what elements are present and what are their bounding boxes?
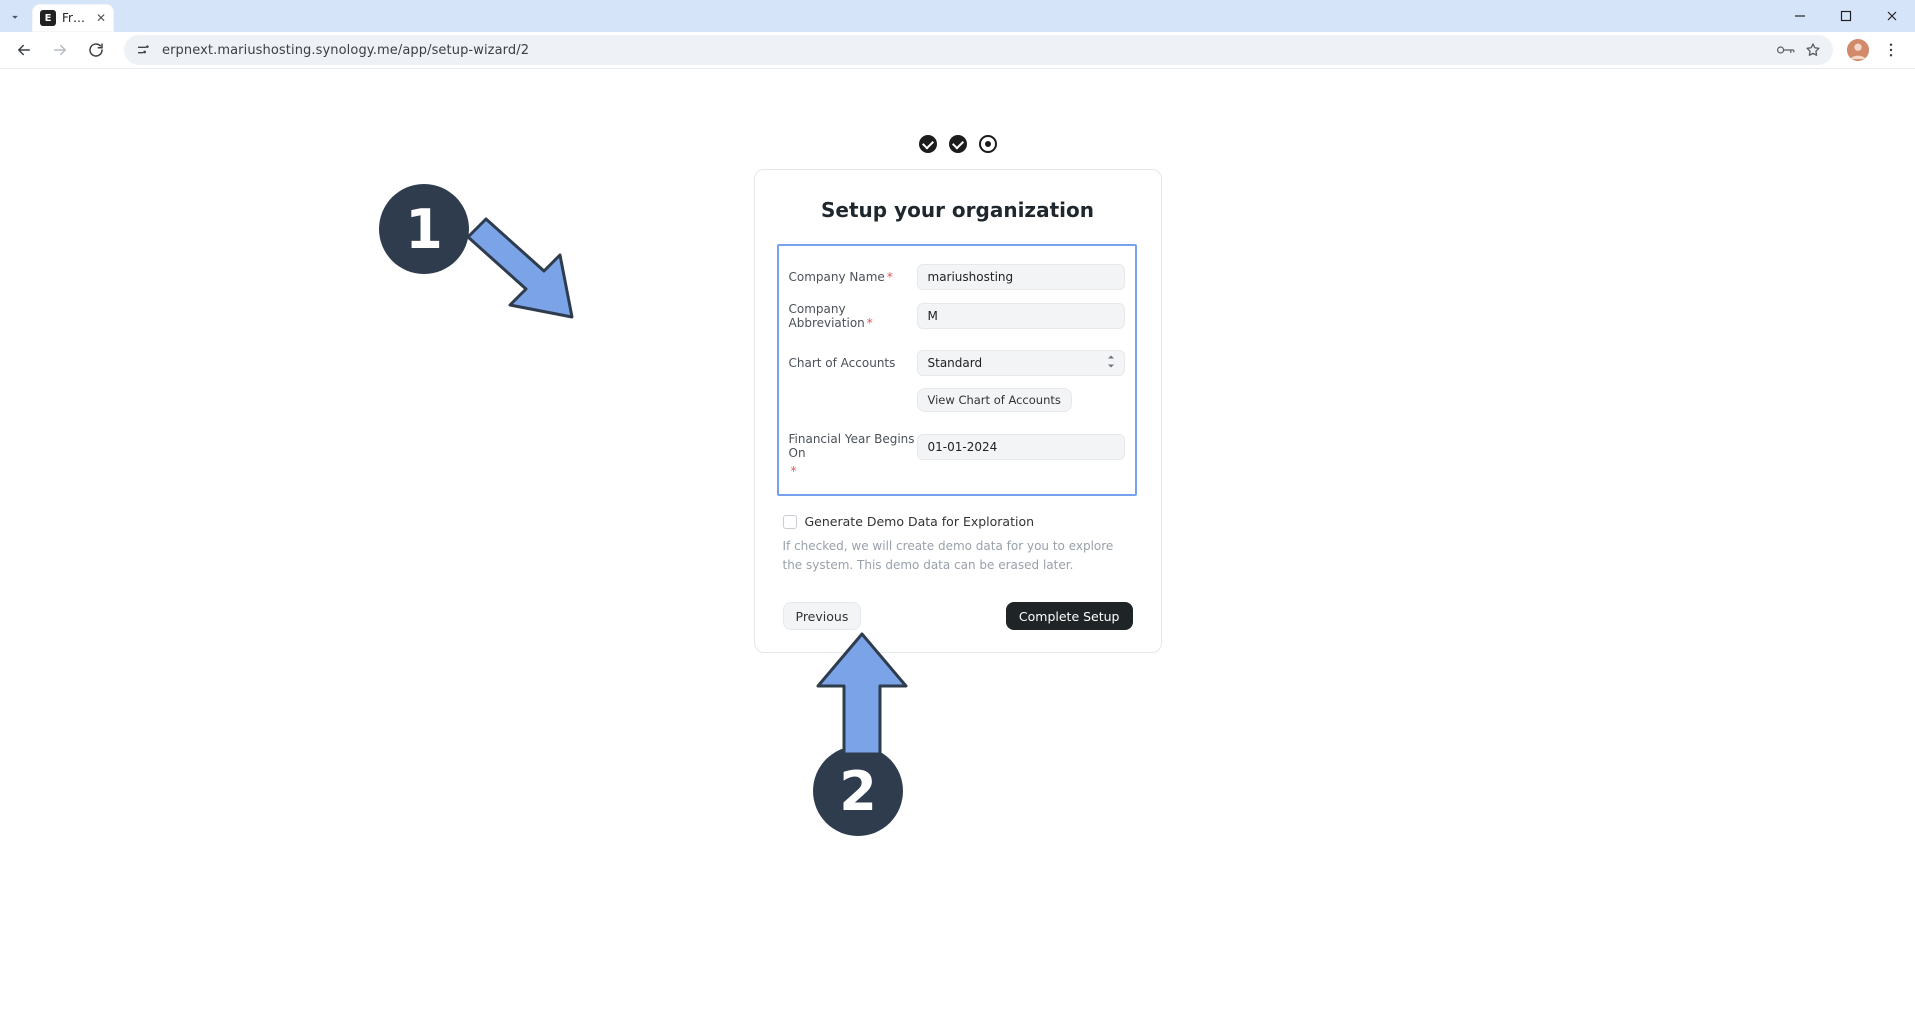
complete-setup-button[interactable]: Complete Setup <box>1006 602 1133 630</box>
label-demo-data: Generate Demo Data for Exploration <box>805 514 1035 529</box>
url-text: erpnext.mariushosting.synology.me/app/se… <box>162 43 529 58</box>
window-close-button[interactable] <box>1869 0 1915 32</box>
window-maximize-button[interactable] <box>1823 0 1869 32</box>
nav-back-button[interactable] <box>10 36 38 64</box>
arrow-right-icon <box>51 41 69 59</box>
tune-icon <box>136 43 152 57</box>
label-financial-year: Financial Year Begins On* <box>789 432 917 478</box>
card-actions: Previous Complete Setup <box>783 602 1133 630</box>
select-arrows-icon <box>1106 356 1116 371</box>
arrow-left-icon <box>15 41 33 59</box>
label-chart-of-accounts: Chart of Accounts <box>789 356 917 370</box>
avatar-icon <box>1847 39 1869 61</box>
wizard-step-3[interactable] <box>979 135 997 153</box>
kebab-menu-icon <box>1882 41 1900 59</box>
chevron-down-icon <box>8 10 22 24</box>
setup-card: Setup your organization Company Name* ma… <box>754 169 1162 653</box>
tab-title: Frappe <box>62 11 90 25</box>
tab-favicon: E <box>40 10 56 26</box>
view-chart-of-accounts-button[interactable]: View Chart of Accounts <box>917 388 1072 412</box>
annotation-arrow-2 <box>814 630 910 760</box>
wizard-step-2[interactable] <box>949 135 967 153</box>
row-company-name: Company Name* mariushosting <box>789 258 1125 296</box>
label-company-name: Company Name* <box>789 270 917 284</box>
password-key-icon[interactable] <box>1777 43 1795 57</box>
browser-menu-button[interactable] <box>1877 36 1905 64</box>
input-company-name[interactable]: mariushosting <box>917 264 1125 290</box>
row-demo-data: Generate Demo Data for Exploration <box>783 510 1133 535</box>
row-company-abbreviation: Company Abbreviation* M <box>789 296 1125 336</box>
page-content: Setup your organization Company Name* ma… <box>0 69 1915 1029</box>
browser-toolbar: erpnext.mariushosting.synology.me/app/se… <box>0 32 1915 68</box>
wizard-stepper <box>0 135 1915 153</box>
select-chart-of-accounts[interactable]: Standard <box>917 350 1125 376</box>
browser-tab-strip: E Frappe ✕ <box>0 0 1915 32</box>
browser-tab-active[interactable]: E Frappe ✕ <box>32 4 114 32</box>
checkbox-demo-data[interactable] <box>783 515 797 529</box>
row-view-coa: View Chart of Accounts <box>789 382 1125 418</box>
window-controls <box>1777 0 1915 32</box>
row-chart-of-accounts: Chart of Accounts Standard <box>789 344 1125 382</box>
highlighted-form-area: Company Name* mariushosting Company Abbr… <box>777 244 1137 496</box>
annotation-arrow-1 <box>454 217 594 337</box>
profile-avatar[interactable] <box>1847 39 1869 61</box>
nav-forward-button[interactable] <box>46 36 74 64</box>
reload-icon <box>87 41 105 59</box>
site-info-icon[interactable] <box>136 43 152 57</box>
row-financial-year: Financial Year Begins On* 01-01-2024 <box>789 426 1125 484</box>
tab-dropdown-button[interactable] <box>6 7 24 27</box>
previous-button[interactable]: Previous <box>783 602 862 630</box>
wizard-step-1[interactable] <box>919 135 937 153</box>
address-bar[interactable]: erpnext.mariushosting.synology.me/app/se… <box>124 35 1833 65</box>
window-minimize-button[interactable] <box>1777 0 1823 32</box>
input-company-abbreviation[interactable]: M <box>917 303 1125 329</box>
card-title: Setup your organization <box>783 198 1133 222</box>
label-company-abbreviation: Company Abbreviation* <box>789 302 917 330</box>
input-financial-year[interactable]: 01-01-2024 <box>917 434 1125 460</box>
nav-reload-button[interactable] <box>82 36 110 64</box>
close-icon[interactable]: ✕ <box>96 12 106 24</box>
bookmark-star-icon[interactable] <box>1805 42 1821 58</box>
help-text-demo-data: If checked, we will create demo data for… <box>783 537 1133 574</box>
